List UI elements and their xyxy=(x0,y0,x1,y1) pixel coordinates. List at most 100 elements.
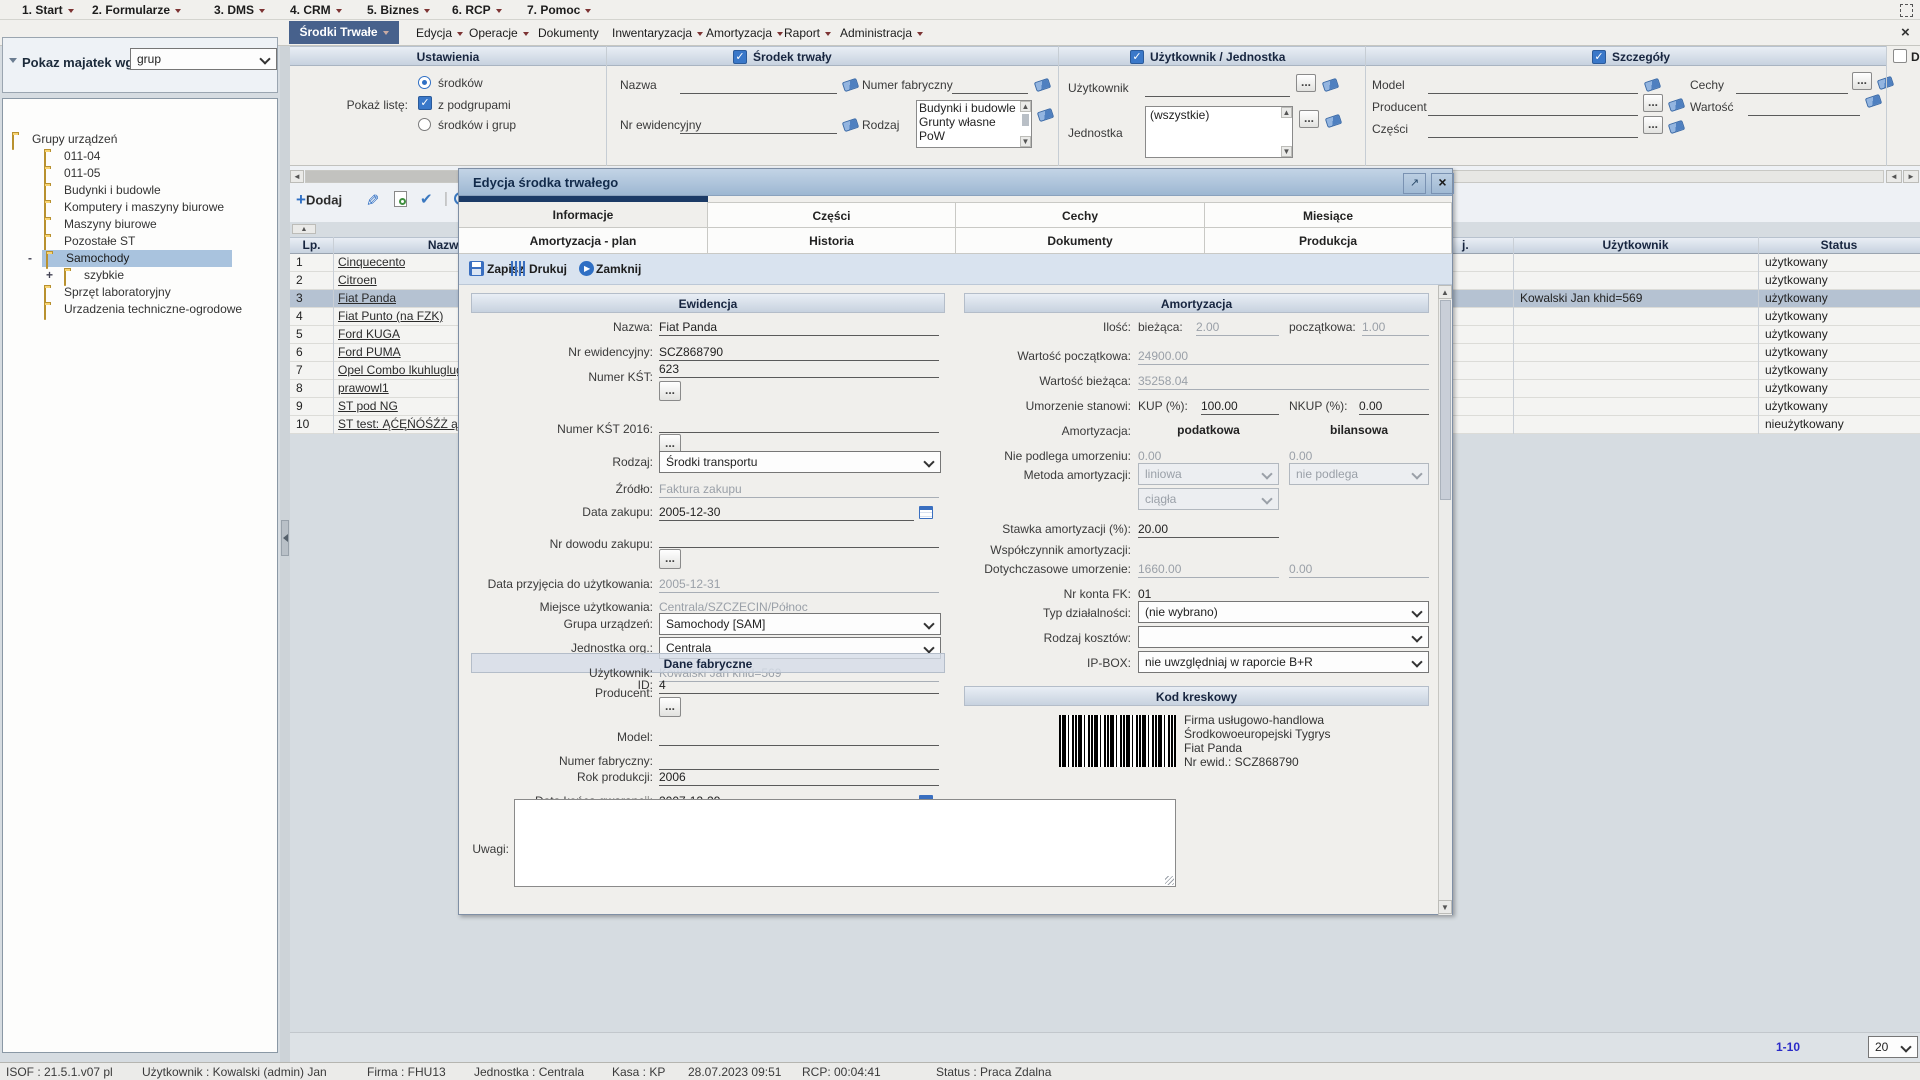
cechy-filter-input[interactable] xyxy=(1736,77,1848,94)
scroll-down-icon[interactable]: ▼ xyxy=(1020,136,1031,147)
wartosc-filter-input[interactable] xyxy=(1748,99,1860,116)
dialog-close-icon[interactable]: × xyxy=(1431,173,1454,194)
collapse-chevron-icon[interactable] xyxy=(9,58,17,63)
print-button[interactable]: Drukuj xyxy=(529,262,567,276)
nr-ewidencyjny-filter-input[interactable] xyxy=(680,117,837,134)
numer-fabryczny-filter-input[interactable] xyxy=(952,77,1028,94)
model-input[interactable] xyxy=(659,729,939,746)
szczegoly-checkbox[interactable]: ✓ xyxy=(1592,50,1606,64)
uzytkownik-lookup-button[interactable]: ... xyxy=(1296,74,1316,92)
page-size-select[interactable]: 20 xyxy=(1868,1036,1918,1058)
scroll-down-icon[interactable]: ▼ xyxy=(1281,146,1292,157)
tab-produkcja[interactable]: Produkcja xyxy=(1205,228,1452,254)
tree-expander-expand[interactable]: + xyxy=(46,268,53,282)
tree-item-maszyny[interactable]: Maszyny biurowe xyxy=(2,216,276,233)
radio-srodkow[interactable] xyxy=(418,76,431,89)
nr-ewidencyjny-input[interactable]: SCZ868790 xyxy=(659,344,939,361)
czesci-lookup-button[interactable]: ... xyxy=(1643,116,1663,134)
tree-item-urzadzenia[interactable]: Urzadzenia techniczne-ogrodowe xyxy=(2,301,276,318)
rodzaj-kosztow-select[interactable] xyxy=(1138,626,1429,648)
module-menu-amortyzacja[interactable]: Amortyzacja xyxy=(706,26,783,40)
rodzaj-select[interactable]: Środki transportu xyxy=(659,451,941,473)
confirm-check-icon[interactable]: ✔ xyxy=(420,190,433,208)
hscroll-left2-icon[interactable]: ◄ xyxy=(1886,170,1902,183)
tree-item-samochody[interactable]: -Samochody xyxy=(2,250,276,267)
column-header-uzytkownik[interactable]: Użytkownik xyxy=(1513,238,1758,252)
nazwa-input[interactable]: Fiat Panda xyxy=(659,319,939,336)
tree-item-sprzet[interactable]: Sprzęt laboratoryjny xyxy=(2,284,276,301)
splitter-collapse-grip[interactable] xyxy=(281,520,289,556)
srodek-trwaly-checkbox[interactable]: ✓ xyxy=(733,50,747,64)
column-header-status[interactable]: Status xyxy=(1758,238,1920,252)
column-header-tail[interactable]: j. xyxy=(1462,238,1469,252)
module-menu-dokumenty[interactable]: Dokumenty xyxy=(538,26,599,40)
tab-historia[interactable]: Historia xyxy=(708,228,956,254)
tree-item-szybkie[interactable]: +szybkie xyxy=(2,267,276,284)
fullscreen-icon[interactable] xyxy=(1900,4,1913,17)
numer-kst2016-input[interactable] xyxy=(659,416,939,433)
menu-formularze[interactable]: 2. Formularze xyxy=(92,3,181,17)
nr-dowodu-input[interactable] xyxy=(659,531,939,548)
menu-dms[interactable]: 3. DMS xyxy=(214,3,265,17)
nr-dowodu-lookup-button[interactable]: ... xyxy=(659,549,681,569)
module-tab-srodki-trwale[interactable]: Środki Trwałe xyxy=(289,21,399,44)
tree-item-011-05[interactable]: 011-05 xyxy=(2,165,276,182)
scroll-up-icon[interactable]: ▲ xyxy=(1281,107,1292,118)
stawka-input[interactable]: 20.00 xyxy=(1138,521,1279,538)
uwagi-textarea[interactable] xyxy=(514,799,1176,887)
numer-fabryczny-input[interactable] xyxy=(659,753,939,770)
producent-lookup-button[interactable]: ... xyxy=(659,697,681,717)
tree-item-011-04[interactable]: 011-04 xyxy=(2,148,276,165)
numer-kst-lookup-button[interactable]: ... xyxy=(659,381,681,401)
module-close-icon[interactable]: × xyxy=(1901,24,1910,41)
module-menu-inwentaryzacja[interactable]: Inwentaryzacja xyxy=(612,26,703,40)
kup-input[interactable]: 100.00 xyxy=(1201,398,1279,415)
hscroll-right-icon[interactable]: ► xyxy=(1903,170,1919,183)
popout-icon[interactable]: ↗ xyxy=(1403,173,1426,194)
ipbox-select[interactable]: nie uwzględniaj w raporcie B+R xyxy=(1138,651,1429,673)
menu-rcp[interactable]: 6. RCP xyxy=(452,3,502,17)
menu-crm[interactable]: 4. CRM xyxy=(290,3,342,17)
checkbox-z-podgrupami[interactable]: ✓ xyxy=(418,96,432,110)
tab-czesci[interactable]: Części xyxy=(708,202,956,228)
rodzaj-filter-listbox[interactable]: Budynki i budowle Grunty własne PoW ▲ ▼ xyxy=(916,100,1032,148)
nazwa-filter-input[interactable] xyxy=(680,77,837,94)
tab-amortyzacja-plan[interactable]: Amortyzacja - plan xyxy=(459,228,708,254)
cechy-lookup-button[interactable]: ... xyxy=(1852,72,1872,90)
module-menu-administracja[interactable]: Administracja xyxy=(840,26,923,40)
czesci-filter-input[interactable] xyxy=(1428,121,1638,138)
column-header-lp[interactable]: Lp. xyxy=(290,238,333,252)
numer-kst-input[interactable]: 623 xyxy=(659,361,939,378)
typ-dzialalnosci-select[interactable]: (nie wybrano) xyxy=(1138,601,1429,623)
preview-document-icon[interactable] xyxy=(394,191,407,207)
dialog-scroll-up-icon[interactable]: ▲ xyxy=(1438,285,1452,299)
tree-expander-collapse[interactable]: - xyxy=(28,251,32,265)
partial-d-checkbox[interactable] xyxy=(1893,49,1907,63)
module-menu-edycja[interactable]: Edycja xyxy=(416,26,463,40)
wspolczynnik-input[interactable] xyxy=(1138,542,1279,558)
uzytkownik-filter-input[interactable] xyxy=(1145,80,1290,97)
radio-srodkow-i-grup[interactable] xyxy=(418,118,431,131)
menu-biznes[interactable]: 5. Biznes xyxy=(367,3,430,17)
menu-pomoc[interactable]: 7. Pomoc xyxy=(527,3,591,17)
tab-miesiace[interactable]: Miesiące xyxy=(1205,202,1452,228)
producent-filter-input[interactable] xyxy=(1428,99,1638,116)
module-menu-operacje[interactable]: Operacje xyxy=(469,26,529,40)
tree-item-pozostale[interactable]: Pozostałe ST xyxy=(2,233,276,250)
dialog-scroll-down-icon[interactable]: ▼ xyxy=(1438,900,1452,914)
dialog-close-button[interactable]: Zamknij xyxy=(596,262,641,276)
resize-grip[interactable] xyxy=(1165,876,1174,885)
nkup-input[interactable]: 0.00 xyxy=(1359,398,1429,415)
dialog-scrollbar-thumb[interactable] xyxy=(1440,300,1451,500)
hscroll-left-icon[interactable]: ◄ xyxy=(290,170,304,183)
jednostka-lookup-button[interactable]: ... xyxy=(1299,110,1319,128)
module-menu-raport[interactable]: Raport xyxy=(784,26,831,40)
data-zakupu-input[interactable]: 2005-12-30 xyxy=(659,504,914,521)
edit-pencil-icon[interactable]: ✎ xyxy=(366,191,379,211)
model-filter-input[interactable] xyxy=(1428,77,1638,94)
tree-item-budynki[interactable]: Budynki i budowle xyxy=(2,182,276,199)
tree-item-komputery[interactable]: Komputery i maszyny biurowe xyxy=(2,199,276,216)
tab-informacje[interactable]: Informacje xyxy=(459,202,708,228)
scroll-up-icon[interactable]: ▲ xyxy=(1020,101,1031,112)
scrollbar-thumb[interactable] xyxy=(1022,114,1029,126)
